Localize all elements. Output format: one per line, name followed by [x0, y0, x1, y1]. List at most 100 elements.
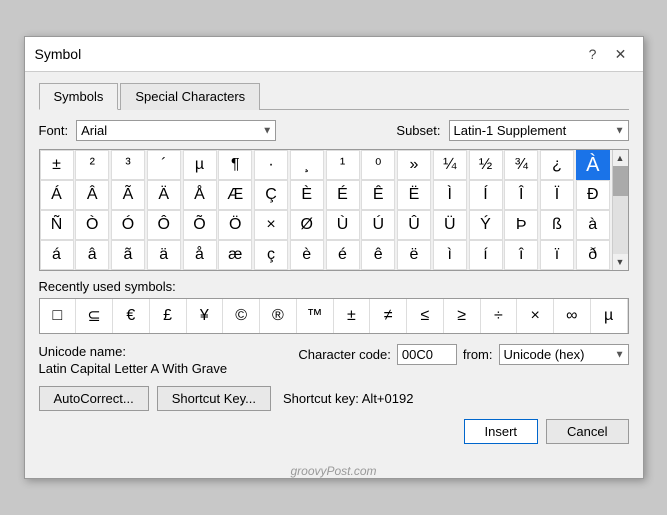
symbol-cell[interactable]: Æ	[218, 180, 252, 210]
symbol-cell[interactable]: é	[326, 240, 360, 270]
symbol-cell[interactable]: ·	[254, 150, 288, 180]
symbol-cell[interactable]: í	[469, 240, 503, 270]
symbol-cell[interactable]: Ç	[254, 180, 288, 210]
symbol-cell[interactable]: Ý	[469, 210, 503, 240]
symbol-cell[interactable]: ß	[540, 210, 574, 240]
recent-cell[interactable]: ≤	[407, 299, 444, 333]
insert-button[interactable]: Insert	[464, 419, 539, 444]
recent-cell[interactable]: ©	[223, 299, 260, 333]
symbol-cell[interactable]: À	[576, 150, 610, 180]
symbol-cell[interactable]: Ô	[147, 210, 181, 240]
symbol-cell[interactable]: ²	[75, 150, 109, 180]
action-buttons-row: AutoCorrect... Shortcut Key... Shortcut …	[39, 386, 629, 411]
close-button[interactable]: ✕	[609, 43, 633, 65]
symbol-cell[interactable]: Á	[40, 180, 74, 210]
symbol-cell[interactable]: Ì	[433, 180, 467, 210]
cancel-button[interactable]: Cancel	[546, 419, 628, 444]
recent-cell[interactable]: ≥	[444, 299, 481, 333]
symbol-cell[interactable]: á	[40, 240, 74, 270]
symbol-cell[interactable]: â	[75, 240, 109, 270]
recent-cell[interactable]: ™	[297, 299, 334, 333]
symbol-cell[interactable]: î	[504, 240, 538, 270]
symbol-cell[interactable]: Ú	[361, 210, 395, 240]
symbol-cell[interactable]: ×	[254, 210, 288, 240]
symbol-cell[interactable]: Å	[183, 180, 217, 210]
recent-cell[interactable]: ±	[334, 299, 371, 333]
symbol-cell[interactable]: ç	[254, 240, 288, 270]
subset-select[interactable]: Latin-1 Supplement Basic Latin Latin Ext…	[449, 120, 629, 141]
recent-cell[interactable]: ⊆	[76, 299, 113, 333]
symbol-cell[interactable]: Ã	[111, 180, 145, 210]
symbol-cell[interactable]: ¾	[504, 150, 538, 180]
symbol-cell[interactable]: ë	[397, 240, 431, 270]
symbol-cell[interactable]: µ	[183, 150, 217, 180]
recent-cell[interactable]: µ	[591, 299, 628, 333]
charcode-input[interactable]	[397, 344, 457, 365]
recent-cell[interactable]: ∞	[554, 299, 591, 333]
recent-cell[interactable]: ®	[260, 299, 297, 333]
symbol-cell[interactable]: Ñ	[40, 210, 74, 240]
symbol-cell[interactable]: ¹	[326, 150, 360, 180]
from-select[interactable]: Unicode (hex) ASCII (decimal) ASCII (hex…	[499, 344, 629, 365]
scroll-thumb[interactable]	[613, 166, 628, 196]
symbol-cell[interactable]: Ë	[397, 180, 431, 210]
symbol-cell[interactable]: Þ	[504, 210, 538, 240]
symbol-cell[interactable]: ¸	[290, 150, 324, 180]
symbol-cell[interactable]: ¼	[433, 150, 467, 180]
symbol-cell[interactable]: Õ	[183, 210, 217, 240]
symbol-cell[interactable]: ì	[433, 240, 467, 270]
symbol-cell[interactable]: Â	[75, 180, 109, 210]
recent-cell[interactable]: ÷	[481, 299, 518, 333]
symbol-cell[interactable]: è	[290, 240, 324, 270]
tab-symbols[interactable]: Symbols	[39, 83, 119, 110]
symbol-cell[interactable]: à	[576, 210, 610, 240]
shortcut-key-button[interactable]: Shortcut Key...	[157, 386, 271, 411]
font-row: Font: Arial ▼ Subset: Latin-1 Supplement…	[39, 120, 629, 141]
symbol-cell[interactable]: ³	[111, 150, 145, 180]
recent-cell[interactable]: €	[113, 299, 150, 333]
symbol-cell[interactable]: È	[290, 180, 324, 210]
symbol-cell[interactable]: ¶	[218, 150, 252, 180]
tabs-container: Symbols Special Characters	[39, 82, 629, 110]
symbol-cell[interactable]: »	[397, 150, 431, 180]
symbol-cell[interactable]: ±	[40, 150, 74, 180]
symbol-cell[interactable]: Ü	[433, 210, 467, 240]
recent-cell[interactable]: £	[150, 299, 187, 333]
symbol-cell[interactable]: ê	[361, 240, 395, 270]
symbol-cell[interactable]: ï	[540, 240, 574, 270]
symbol-cell[interactable]: ½	[469, 150, 503, 180]
symbol-cell[interactable]: å	[183, 240, 217, 270]
symbol-cell[interactable]: ´	[147, 150, 181, 180]
symbol-cell[interactable]: Ó	[111, 210, 145, 240]
symbol-cell[interactable]: ã	[111, 240, 145, 270]
symbol-cell[interactable]: ¿	[540, 150, 574, 180]
symbol-cell[interactable]: Ù	[326, 210, 360, 240]
symbol-cell[interactable]: Ò	[75, 210, 109, 240]
symbol-cell[interactable]: Ï	[540, 180, 574, 210]
recent-cell[interactable]: □	[40, 299, 77, 333]
symbol-cell[interactable]: Ö	[218, 210, 252, 240]
symbol-cell[interactable]: ð	[576, 240, 610, 270]
symbol-cell[interactable]: ⁰	[361, 150, 395, 180]
symbol-cell[interactable]: É	[326, 180, 360, 210]
autocorrect-button[interactable]: AutoCorrect...	[39, 386, 149, 411]
recent-cell[interactable]: ×	[517, 299, 554, 333]
symbol-cell[interactable]: Ø	[290, 210, 324, 240]
tab-special-characters[interactable]: Special Characters	[120, 83, 260, 110]
symbol-cell[interactable]: Í	[469, 180, 503, 210]
symbol-cell[interactable]: Î	[504, 180, 538, 210]
scroll-down-arrow[interactable]: ▼	[613, 254, 628, 270]
symbol-cell[interactable]: Ä	[147, 180, 181, 210]
symbol-cell[interactable]: Û	[397, 210, 431, 240]
help-button[interactable]: ?	[581, 43, 605, 65]
symbol-cell[interactable]: æ	[218, 240, 252, 270]
symbol-cell[interactable]: ä	[147, 240, 181, 270]
font-label: Font:	[39, 123, 69, 138]
symbol-grid: ±²³´µ¶·¸¹⁰»¼½¾¿À ÁÂÃÄÅÆÇÈÉÊËÌÍÎÏÐ ÑÒÓÔÕÖ×Ø…	[40, 150, 612, 270]
scroll-up-arrow[interactable]: ▲	[613, 150, 628, 166]
symbol-cell[interactable]: Ê	[361, 180, 395, 210]
symbol-cell[interactable]: Ð	[576, 180, 610, 210]
font-select[interactable]: Arial	[76, 120, 276, 141]
recent-cell[interactable]: ¥	[187, 299, 224, 333]
recent-cell[interactable]: ≠	[370, 299, 407, 333]
